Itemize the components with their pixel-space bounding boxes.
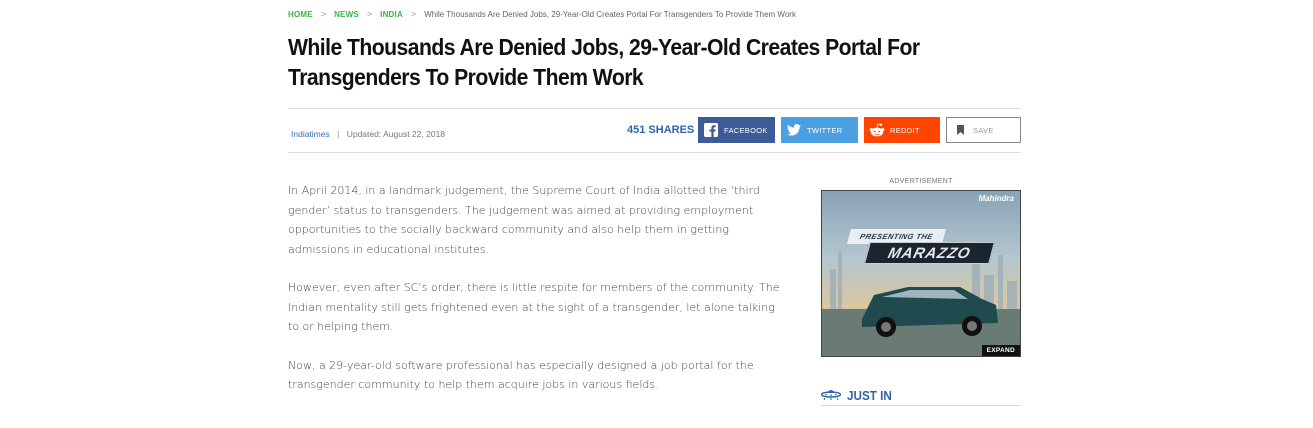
breadcrumb-news-link[interactable]: NEWS (334, 10, 359, 19)
twitter-icon (781, 117, 807, 143)
ad-model-name: MARAZZO (864, 242, 995, 264)
breadcrumb-current: While Thousands Are Denied Jobs, 29-Year… (424, 9, 796, 19)
just-in-divider (821, 405, 1021, 406)
page-title-line-1: While Thousands Are Denied Jobs, 29-Year… (288, 34, 920, 60)
article-paragraph: However, even after SC’s order, there is… (288, 281, 780, 333)
breadcrumb-separator: > (366, 9, 373, 19)
just-in-heading: JUST IN (820, 386, 897, 405)
updated-date: Updated: August 22, 2018 (346, 129, 446, 139)
breadcrumb-separator: > (320, 9, 327, 19)
save-label: SAVE (973, 125, 994, 135)
facebook-share-button[interactable]: FACEBOOK (698, 117, 775, 143)
twitter-share-button[interactable]: TWITTER (781, 117, 858, 143)
ad-expand-button[interactable]: EXPAND (981, 345, 1020, 356)
byline: Indiatimes | Updated: August 22, 2018 (291, 129, 445, 139)
reddit-share-button[interactable]: REDDIT (864, 117, 940, 143)
facebook-share-label: FACEBOOK (724, 125, 768, 135)
breadcrumb-india-link[interactable]: INDIA (380, 10, 403, 19)
share-count: 451 SHARES (627, 124, 695, 136)
page-title: While Thousands Are Denied Jobs, 29-Year… (288, 32, 936, 92)
save-button[interactable]: SAVE (946, 117, 1021, 143)
breadcrumb-separator: > (410, 9, 417, 19)
title-divider (288, 108, 1021, 109)
just-in-label: JUST IN (847, 388, 892, 403)
page-title-line-2: Transgenders To Provide Them Work (288, 64, 644, 90)
byline-separator: | (337, 129, 340, 139)
ufo-icon (820, 386, 842, 405)
twitter-share-label: TWITTER (807, 125, 843, 135)
author-link[interactable]: Indiatimes (291, 129, 330, 139)
article-paragraph: Now, a 29-year-old software professional… (288, 358, 754, 392)
article-paragraph: In April 2014, in a landmark judgement, … (288, 184, 760, 256)
reddit-share-label: REDDIT (890, 125, 920, 135)
article-body: In April 2014, in a landmark judgement, … (288, 181, 788, 414)
bookmark-icon (947, 117, 973, 143)
ad-brand-logo: Mahindra (978, 194, 1014, 203)
facebook-icon (698, 117, 724, 143)
reddit-icon (864, 117, 890, 143)
breadcrumb: HOME > NEWS > INDIA > While Thousands Ar… (288, 8, 796, 20)
advertisement-label: ADVERTISEMENT (889, 178, 953, 185)
byline-divider (288, 152, 1021, 153)
breadcrumb-home-link[interactable]: HOME (288, 10, 313, 19)
ad-artwork (822, 251, 1020, 356)
advertisement-banner[interactable]: Mahindra PRESENTING THE MARAZZO EXPAND (821, 190, 1021, 357)
